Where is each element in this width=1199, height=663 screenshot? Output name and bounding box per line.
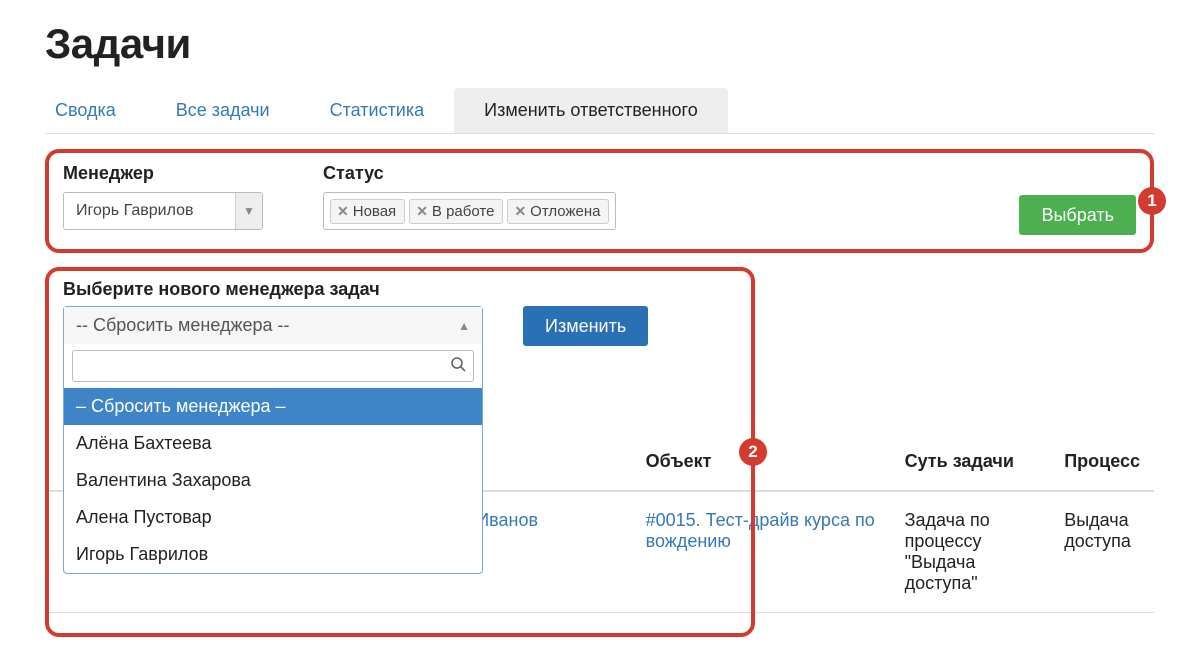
dropdown-option[interactable]: Валентина Захарова [64, 462, 482, 499]
status-tag-label: Новая [353, 203, 396, 220]
page-title: Задачи [45, 20, 1154, 68]
reassign-panel-annotation: 2 Выберите нового менеджера задач -- Сбр… [45, 267, 755, 637]
status-tag[interactable]: ✕Отложена [507, 199, 609, 224]
manager-field: Менеджер Игорь Гаврилов ▼ [63, 163, 263, 230]
process-cell: Выдача доступа [1050, 491, 1154, 613]
dropdown-option-reset[interactable]: – Сбросить менеджера – [64, 388, 482, 425]
manager-select-value: Игорь Гаврилов [64, 193, 236, 229]
dropdown-search [64, 344, 482, 388]
status-tag[interactable]: ✕Новая [330, 199, 405, 224]
status-tag[interactable]: ✕В работе [409, 199, 503, 224]
dropdown-list: – Сбросить менеджера – Алёна Бахтеева Ва… [64, 388, 482, 573]
status-field: Статус ✕Новая ✕В работе ✕Отложена [323, 163, 616, 230]
manager-select[interactable]: Игорь Гаврилов ▼ [63, 192, 263, 230]
chevron-up-icon: ▲ [458, 319, 470, 333]
annotation-badge-1: 1 [1138, 187, 1166, 215]
tab-summary[interactable]: Сводка [45, 88, 146, 133]
table-header-essence: Суть задачи [891, 451, 1051, 491]
close-icon[interactable]: ✕ [416, 203, 428, 220]
table-header-process: Процесс [1050, 451, 1154, 491]
dropdown-search-input[interactable] [72, 350, 474, 382]
status-tag-input[interactable]: ✕Новая ✕В работе ✕Отложена [323, 192, 616, 230]
manager-reassign-dropdown[interactable]: -- Сбросить менеджера -- ▲ – Сбросить ме… [63, 306, 483, 574]
status-label: Статус [323, 163, 616, 184]
status-tag-label: В работе [432, 203, 495, 220]
close-icon[interactable]: ✕ [514, 203, 526, 220]
manager-label: Менеджер [63, 163, 263, 184]
reassign-label: Выберите нового менеджера задач [63, 279, 737, 300]
change-button[interactable]: Изменить [523, 306, 648, 346]
tabs: Сводка Все задачи Статистика Изменить от… [45, 88, 1154, 134]
dropdown-header[interactable]: -- Сбросить менеджера -- ▲ [64, 307, 482, 344]
dropdown-option[interactable]: Алёна Бахтеева [64, 425, 482, 462]
status-tag-label: Отложена [530, 203, 600, 220]
search-icon [450, 356, 466, 376]
chevron-down-icon[interactable]: ▼ [236, 193, 262, 229]
select-button[interactable]: Выбрать [1019, 195, 1136, 235]
tab-change-responsible[interactable]: Изменить ответственного [454, 88, 728, 133]
dropdown-option[interactable]: Игорь Гаврилов [64, 536, 482, 573]
annotation-badge-2: 2 [739, 438, 767, 466]
dropdown-current: -- Сбросить менеджера -- [76, 315, 290, 336]
essence-cell: Задача по процессу "Выдача доступа" [891, 491, 1051, 613]
tab-statistics[interactable]: Статистика [300, 88, 455, 133]
tab-all-tasks[interactable]: Все задачи [146, 88, 300, 133]
close-icon[interactable]: ✕ [337, 203, 349, 220]
filter-panel-annotation: 1 Менеджер Игорь Гаврилов ▼ Статус ✕Нова… [45, 149, 1154, 253]
dropdown-option[interactable]: Алена Пустовар [64, 499, 482, 536]
